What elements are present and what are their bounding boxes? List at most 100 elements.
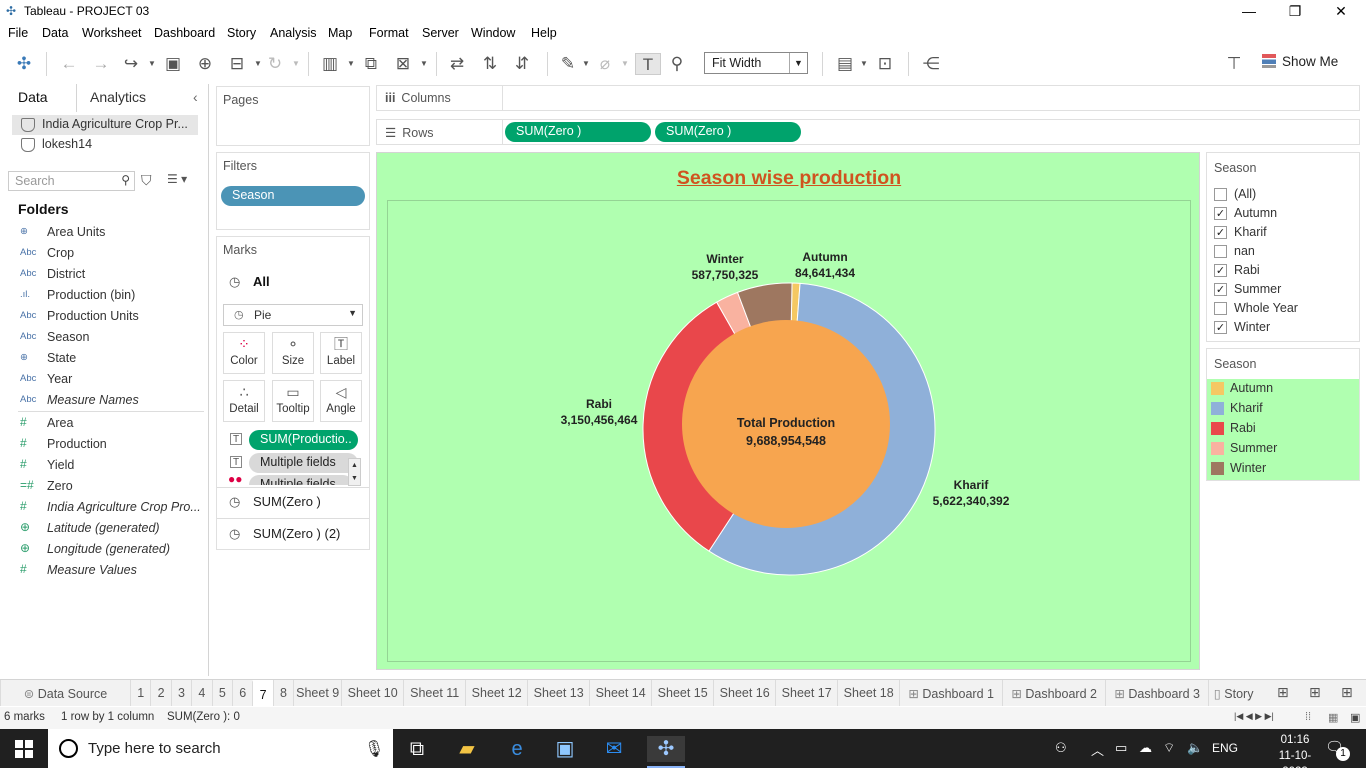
mail-icon[interactable]: ✉ — [601, 736, 627, 762]
restore-button[interactable]: ❐ — [1272, 0, 1318, 22]
refresh-dropdown-icon[interactable]: ▼ — [292, 53, 300, 75]
field-item[interactable]: # Production — [20, 436, 206, 456]
new-worksheet-tab-icon[interactable]: ⊞ — [1277, 684, 1289, 701]
multiple-fields-pill[interactable]: Multiple fields — [249, 453, 358, 473]
sheet-tab[interactable]: Sheet 10 — [341, 680, 403, 706]
sheet-tab[interactable]: 5 — [211, 680, 232, 706]
sheet-tab[interactable]: Sheet 9 — [293, 680, 341, 706]
sheet-tab[interactable]: ⊞ Dashboard 2 — [1002, 680, 1105, 706]
sheet-tab[interactable]: ⊞ Dashboard 3 — [1105, 680, 1208, 706]
refresh-icon[interactable]: ↻ — [264, 53, 286, 75]
sheet-tab[interactable]: Sheet 14 — [589, 680, 651, 706]
battery-icon[interactable]: ▭ — [1115, 740, 1127, 756]
checkbox[interactable] — [1214, 302, 1227, 315]
task-view-icon[interactable]: ⧉ — [404, 736, 430, 762]
chevron-down-icon[interactable]: ▼ — [789, 53, 807, 73]
field-item[interactable]: # Measure Values — [20, 562, 206, 582]
collapse-pane-icon[interactable]: ‹ — [193, 89, 198, 105]
field-item[interactable]: ⊕ State — [20, 350, 206, 370]
menu-file[interactable]: File — [8, 26, 28, 40]
field-item[interactable]: Abc Measure Names — [20, 392, 206, 412]
fix-axes-icon[interactable]: ⚲ — [666, 53, 688, 75]
show-me-button[interactable]: Show Me — [1262, 54, 1338, 69]
sheet-tab[interactable]: 7 — [252, 680, 273, 706]
sheet-tab[interactable]: Sheet 13 — [527, 680, 589, 706]
share-icon[interactable]: ⋲ — [920, 53, 942, 75]
group-dropdown-icon[interactable]: ▼ — [621, 53, 629, 75]
pages-shelf[interactable]: Pages — [216, 86, 370, 146]
mark-type-select[interactable]: ◷ Pie ▼ — [223, 304, 363, 326]
menu-story[interactable]: Story — [227, 26, 256, 40]
multiple-fields-pill-clipped[interactable]: Multiple fields ●● — [227, 475, 353, 485]
datasource-item[interactable]: lokesh14 — [12, 135, 198, 155]
show-cards-icon[interactable]: ▤ — [834, 53, 856, 75]
columns-shelf[interactable]: iii Columns — [376, 85, 1360, 111]
sheet-tab[interactable]: ⊞ Dashboard 1 — [899, 680, 1002, 706]
production-label-pill[interactable]: SUM(Productio.. — [249, 430, 358, 450]
minimize-button[interactable]: — — [1226, 0, 1272, 22]
people-icon[interactable]: ⚇ — [1055, 740, 1067, 756]
save-icon[interactable]: ▣ — [162, 53, 184, 75]
swap-rows-columns-icon[interactable]: ⇄ — [446, 53, 468, 75]
marks-layer-2[interactable]: SUM(Zero ) (2) — [253, 526, 340, 541]
field-item[interactable]: ⊕ Latitude (generated) — [20, 520, 206, 540]
menu-dashboard[interactable]: Dashboard — [154, 26, 215, 40]
network-icon[interactable]: ⌔ — [1163, 740, 1175, 756]
undo-icon[interactable]: ← — [58, 53, 80, 75]
sheet-tab[interactable]: Sheet 12 — [465, 680, 527, 706]
marks-scrollbar[interactable]: ▲ ▼ — [348, 458, 361, 486]
field-item[interactable]: # Yield — [20, 457, 206, 477]
clock[interactable]: 01:16 11-10-2023 — [1273, 732, 1317, 768]
clear-dropdown-icon[interactable]: ▼ — [420, 53, 428, 75]
field-item[interactable]: # Area — [20, 415, 206, 435]
tableau-taskbar-icon[interactable]: ✣ — [647, 736, 685, 762]
sheet-nav-icons[interactable]: |◀ ◀ ▶ ▶| — [1234, 711, 1274, 722]
rows-pill-2[interactable]: SUM(Zero ) — [655, 122, 801, 142]
field-item[interactable]: Abc Crop — [20, 245, 206, 265]
search-input[interactable]: Search ⚲ — [8, 171, 135, 191]
redo-icon[interactable]: → — [90, 53, 112, 75]
menu-window[interactable]: Window — [471, 26, 515, 40]
menu-server[interactable]: Server — [422, 26, 459, 40]
microphone-icon[interactable]: 🎙 — [364, 739, 384, 759]
sheet-tab[interactable]: 4 — [191, 680, 211, 706]
sheet-tab[interactable]: 8 — [272, 680, 293, 706]
new-dashboard-tab-icon[interactable]: ⊞ — [1309, 684, 1321, 701]
pause-dropdown-icon[interactable]: ▼ — [254, 53, 262, 75]
filters-shelf[interactable]: Filters Season — [216, 152, 370, 230]
sheet-tab[interactable]: 1 — [130, 680, 150, 706]
show-mark-labels-icon[interactable]: T — [635, 53, 661, 75]
menu-help[interactable]: Help — [531, 26, 557, 40]
angle-button[interactable]: ◁ Angle — [320, 380, 362, 422]
checkbox[interactable] — [1214, 188, 1227, 201]
new-datasource-icon[interactable]: ⊕ — [194, 53, 216, 75]
rows-shelf[interactable]: ☰ Rows SUM(Zero ) SUM(Zero ) — [376, 119, 1360, 145]
show-cards-dropdown-icon[interactable]: ▼ — [860, 53, 868, 75]
clear-sheet-icon[interactable]: ⊠ — [392, 53, 414, 75]
marks-layer-1[interactable]: SUM(Zero ) — [253, 494, 321, 509]
language-indicator[interactable]: ENG — [1212, 741, 1238, 755]
close-button[interactable]: ✕ — [1318, 0, 1364, 22]
rows-pill-1[interactable]: SUM(Zero ) — [505, 122, 651, 142]
view-list-icon[interactable]: ☰ ▾ — [167, 172, 187, 186]
field-item[interactable]: Abc Year — [20, 371, 206, 391]
presentation-mode-icon[interactable]: ⊡ — [874, 53, 896, 75]
highlight-icon[interactable]: ✎ — [557, 53, 579, 75]
filter-icon[interactable]: ⛉ — [141, 172, 152, 189]
field-item[interactable]: .ıl. Production (bin) — [20, 287, 206, 307]
duplicate-sheet-icon[interactable]: ⧉ — [360, 53, 382, 75]
menu-map[interactable]: Map — [328, 26, 352, 40]
format-painter-icon[interactable]: ⊤ — [1223, 53, 1245, 75]
label-button[interactable]: 🅃 Label — [320, 332, 362, 374]
pause-updates-icon[interactable]: ⊟ — [226, 53, 248, 75]
sheet-tab[interactable]: 6 — [232, 680, 252, 706]
sheet-tab[interactable]: Sheet 18 — [837, 680, 899, 706]
replay-icon[interactable]: ↪ — [120, 53, 142, 75]
sort-descending-icon[interactable]: ⇵ — [511, 53, 533, 75]
menu-analysis[interactable]: Analysis — [270, 26, 317, 40]
field-item[interactable]: ⊕ Area Units — [20, 224, 206, 244]
detail-button[interactable]: ∴ Detail — [223, 380, 265, 422]
windows-start-icon[interactable] — [15, 740, 33, 758]
checkbox[interactable]: ✓ — [1214, 226, 1227, 239]
tooltip-button[interactable]: ▭ Tooltip — [272, 380, 314, 422]
